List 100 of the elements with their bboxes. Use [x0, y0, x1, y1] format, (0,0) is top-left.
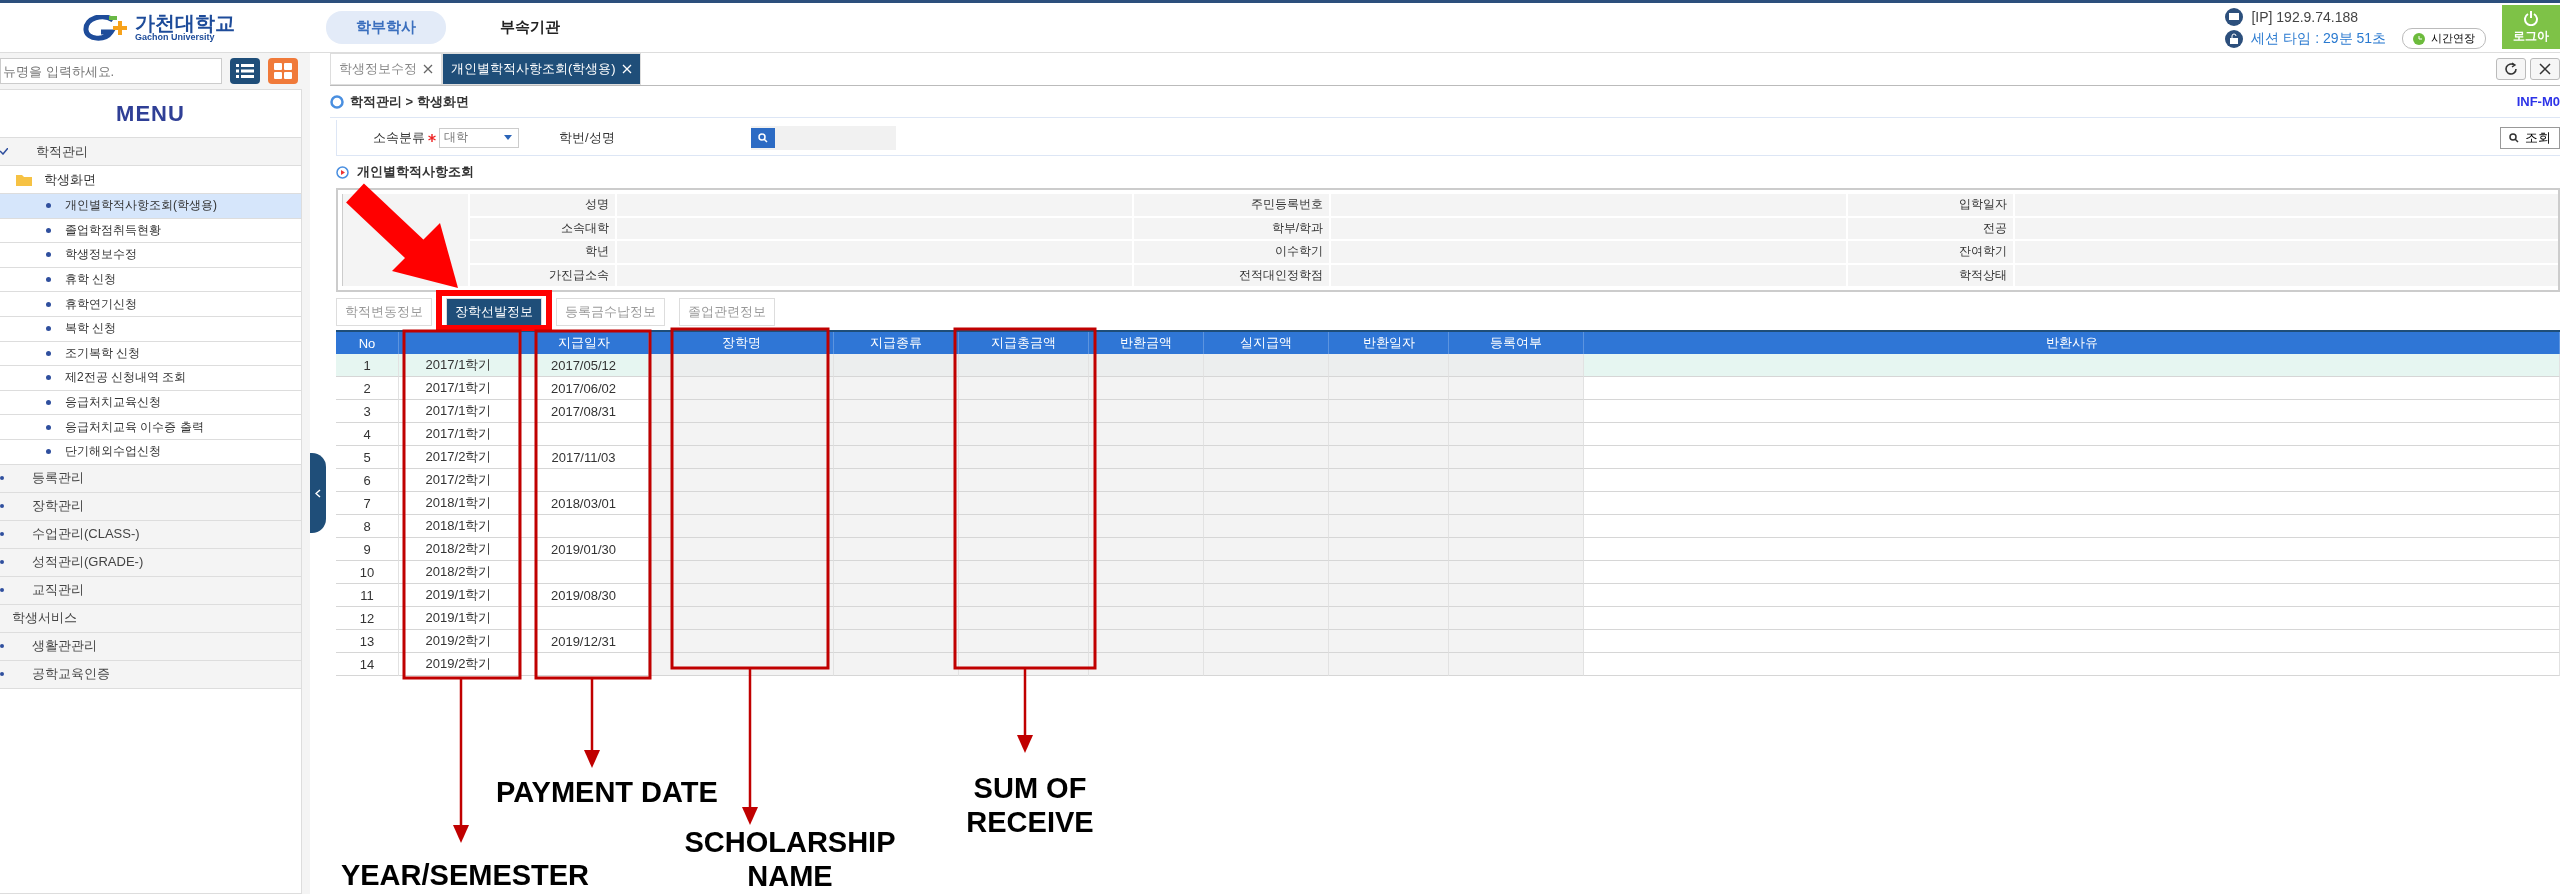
bullet-icon	[46, 277, 51, 283]
field-label: 이수학기	[1134, 241, 1329, 263]
menu-search-field[interactable]: 뉴명을 입력하세요.	[0, 58, 222, 84]
table-row[interactable]: 14 2019/2학기	[336, 653, 2560, 676]
grid-view-button[interactable]	[268, 58, 298, 84]
bullet-icon	[46, 203, 51, 209]
nav-tab[interactable]: 학부학사	[326, 11, 446, 44]
field-label: 학년	[470, 241, 615, 263]
table-cell: 2019/2학기	[399, 653, 519, 676]
list-icon	[236, 64, 254, 78]
bullet-icon	[46, 227, 51, 233]
bullet-icon	[46, 400, 51, 406]
info-tab[interactable]: 장학선발정보	[446, 298, 542, 326]
table-row[interactable]: 6 2017/2학기	[336, 469, 2560, 492]
section-title: 개인별학적사항조회	[357, 163, 474, 181]
list-view-button[interactable]	[230, 58, 260, 84]
bullet-icon	[0, 672, 4, 677]
table-row[interactable]: 5 2017/2학기 2017/11/03	[336, 446, 2560, 469]
power-icon	[2523, 9, 2539, 26]
bullet-icon	[46, 252, 51, 258]
lookup-button[interactable]	[750, 127, 775, 148]
page-tab[interactable]: 개인별학적사항조회(학생용)	[442, 53, 641, 85]
annotation-label: SUM OF RECEIVE	[965, 771, 1095, 839]
check-icon	[0, 148, 8, 155]
table-row[interactable]: 13 2019/2학기 2019/12/31	[336, 630, 2560, 653]
chevron-left-icon	[315, 488, 321, 498]
field-label: 전공	[1848, 217, 2013, 239]
bullet-icon	[0, 532, 4, 537]
menu-section[interactable]: 학생서비스	[0, 604, 301, 633]
search-icon	[757, 132, 768, 143]
menu-group[interactable]: 교직관리	[0, 576, 301, 605]
bullet-icon	[46, 424, 51, 430]
logo-name: 가천대학교	[135, 13, 235, 33]
table-row[interactable]: 12 2019/1학기	[336, 607, 2560, 630]
annotation-label: SCHOLARSHIP NAME	[683, 825, 897, 893]
nav-tab[interactable]: 부속기관	[470, 11, 590, 44]
field-label: 전적대인정학점	[1134, 264, 1329, 286]
table-row[interactable]: 3 2017/1학기 2017/08/31	[336, 400, 2560, 423]
bullet-icon	[46, 350, 51, 356]
bullet-icon	[46, 375, 51, 381]
menu-group[interactable]: 생활관관리	[0, 632, 301, 661]
menu-group[interactable]: 학적관리	[0, 138, 301, 166]
refresh-icon	[2504, 62, 2518, 76]
student-id-label: 학번/성명	[559, 128, 615, 147]
table-row[interactable]: 10 2018/2학기	[336, 561, 2560, 584]
table-row[interactable]: 11 2019/1학기 2019/08/30	[336, 584, 2560, 607]
menu-group[interactable]: 수업관리(CLASS-)	[0, 520, 301, 549]
table-row[interactable]: 7 2018/1학기 2018/03/01	[336, 492, 2560, 515]
refresh-button[interactable]	[2496, 58, 2526, 80]
field-label: 입학일자	[1848, 194, 2013, 216]
query-button[interactable]: 조회	[2500, 126, 2560, 149]
table-row[interactable]: 9 2018/2학기 2019/01/30	[336, 538, 2560, 561]
table-row[interactable]: 1 2017/1학기 2017/05/12	[336, 354, 2560, 377]
table-row[interactable]: 8 2018/1학기	[336, 515, 2560, 538]
extend-time-button[interactable]: 시간연장	[2402, 28, 2486, 49]
bullet-icon	[0, 644, 4, 649]
page-tab[interactable]: 학생정보수정	[330, 53, 442, 85]
play-circle-icon	[336, 165, 349, 179]
bullet-icon	[0, 476, 4, 481]
folder-icon	[16, 173, 32, 186]
breadcrumb: 학적관리 > 학생화면	[350, 92, 469, 111]
session-timer: 세션 타임 : 29분 51초	[2251, 29, 2386, 48]
lock-icon	[2225, 29, 2244, 48]
ip-address: [IP] 192.9.74.188	[2251, 8, 2359, 25]
menu-group[interactable]: 성적관리(GRADE-)	[0, 548, 301, 577]
bullet-icon	[0, 560, 4, 565]
field-label: 학적상태	[1848, 264, 2013, 286]
bullet-icon	[46, 449, 51, 455]
close-icon	[2539, 63, 2551, 75]
annotation-label: PAYMENT DATE	[495, 775, 719, 809]
bullet-icon	[46, 326, 51, 332]
field-label: 학부/학과	[1134, 217, 1329, 239]
close-icon[interactable]	[423, 64, 433, 74]
caret-icon	[504, 135, 512, 140]
menu-group[interactable]: 공학교육인증	[0, 660, 301, 689]
menu-group[interactable]: 장학관리	[0, 492, 301, 521]
clock-icon	[2413, 32, 2425, 45]
category-dropdown[interactable]: 대학	[439, 127, 519, 148]
field-label: 소속대학	[470, 217, 615, 239]
collapse-handle[interactable]	[310, 453, 326, 533]
grid-icon	[274, 63, 292, 79]
field-label: 잔여학기	[1848, 241, 2013, 263]
bullet-icon	[0, 588, 4, 593]
category-label: 소속분류	[373, 128, 425, 147]
menu-item[interactable]: 개인별학적사항조회(학생용)	[0, 194, 301, 219]
field-label: 성명	[470, 194, 615, 216]
ring-icon	[330, 94, 344, 109]
close-all-button[interactable]	[2530, 58, 2560, 80]
bullet-icon	[0, 504, 4, 509]
bullet-icon	[46, 301, 51, 307]
table-row[interactable]: 2 2017/1학기 2017/06/02	[336, 377, 2560, 400]
menu-group[interactable]: 등록관리	[0, 464, 301, 493]
logo-icon	[83, 14, 129, 41]
table-row[interactable]: 4 2017/1학기	[336, 423, 2560, 446]
search-icon	[2509, 132, 2519, 143]
table-cell: 14	[336, 653, 399, 676]
field-label: 주민등록번호	[1134, 194, 1329, 216]
annotation-label: YEAR/SEMESTER	[339, 858, 591, 892]
logo-subtitle: Gachon University	[135, 33, 215, 42]
field-label: 가진급소속	[470, 264, 615, 286]
